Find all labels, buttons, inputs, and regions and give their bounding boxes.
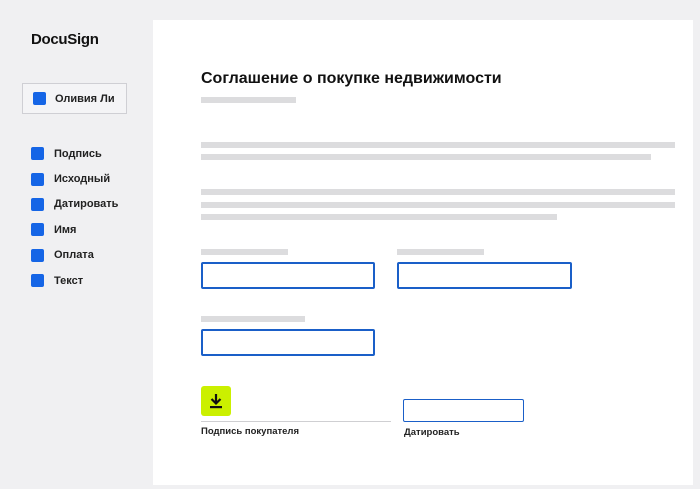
placeholder-field-label — [201, 316, 305, 322]
field-marker-icon — [31, 248, 44, 262]
date-field[interactable] — [403, 399, 524, 422]
field-type-signature[interactable]: Подпись — [31, 141, 118, 166]
field-type-label: Подпись — [54, 147, 102, 160]
field-type-name[interactable]: Имя — [31, 217, 118, 242]
field-type-payment[interactable]: Оплата — [31, 243, 118, 268]
recipient-name: Оливия Ли — [55, 92, 115, 105]
field-type-text[interactable]: Текст — [31, 268, 118, 293]
document-page: Соглашение о покупке недвижимости Подпис… — [153, 20, 693, 485]
signature-line — [201, 421, 391, 422]
placeholder-text-line — [201, 97, 296, 103]
field-marker-icon — [31, 274, 44, 288]
placeholder-text-line — [201, 142, 675, 148]
placeholder-text-line — [201, 189, 675, 195]
field-marker-icon — [31, 172, 44, 186]
signature-caption: Подпись покупателя — [201, 426, 299, 437]
recipient-selector[interactable]: Оливия Ли — [22, 83, 127, 114]
field-type-date[interactable]: Датировать — [31, 192, 118, 217]
field-type-initial[interactable]: Исходный — [31, 166, 118, 191]
field-type-label: Оплата — [54, 249, 94, 262]
placeholder-text-line — [201, 154, 651, 160]
placeholder-text-line — [201, 214, 557, 220]
field-type-label: Текст — [54, 274, 84, 287]
placeholder-field-label — [397, 249, 484, 255]
placeholder-text-line — [201, 202, 675, 208]
document-input-field[interactable] — [201, 329, 375, 356]
field-type-label: Исходный — [54, 173, 111, 186]
date-caption: Датировать — [404, 427, 460, 438]
download-icon — [210, 394, 222, 409]
document-input-field[interactable] — [201, 262, 375, 289]
field-type-list: Подпись Исходный Датировать Имя Оплата Т… — [31, 141, 118, 293]
docusign-logo: DocuSign — [31, 31, 99, 48]
field-marker-icon — [31, 197, 44, 211]
document-title: Соглашение о покупке недвижимости — [201, 70, 502, 87]
recipient-color-marker — [33, 92, 46, 105]
placeholder-field-label — [201, 249, 288, 255]
field-type-label: Датировать — [54, 198, 119, 211]
document-input-field[interactable] — [397, 262, 572, 289]
field-marker-icon — [31, 223, 44, 237]
field-marker-icon — [31, 147, 44, 161]
field-type-label: Имя — [54, 223, 77, 236]
download-button[interactable] — [201, 386, 231, 416]
